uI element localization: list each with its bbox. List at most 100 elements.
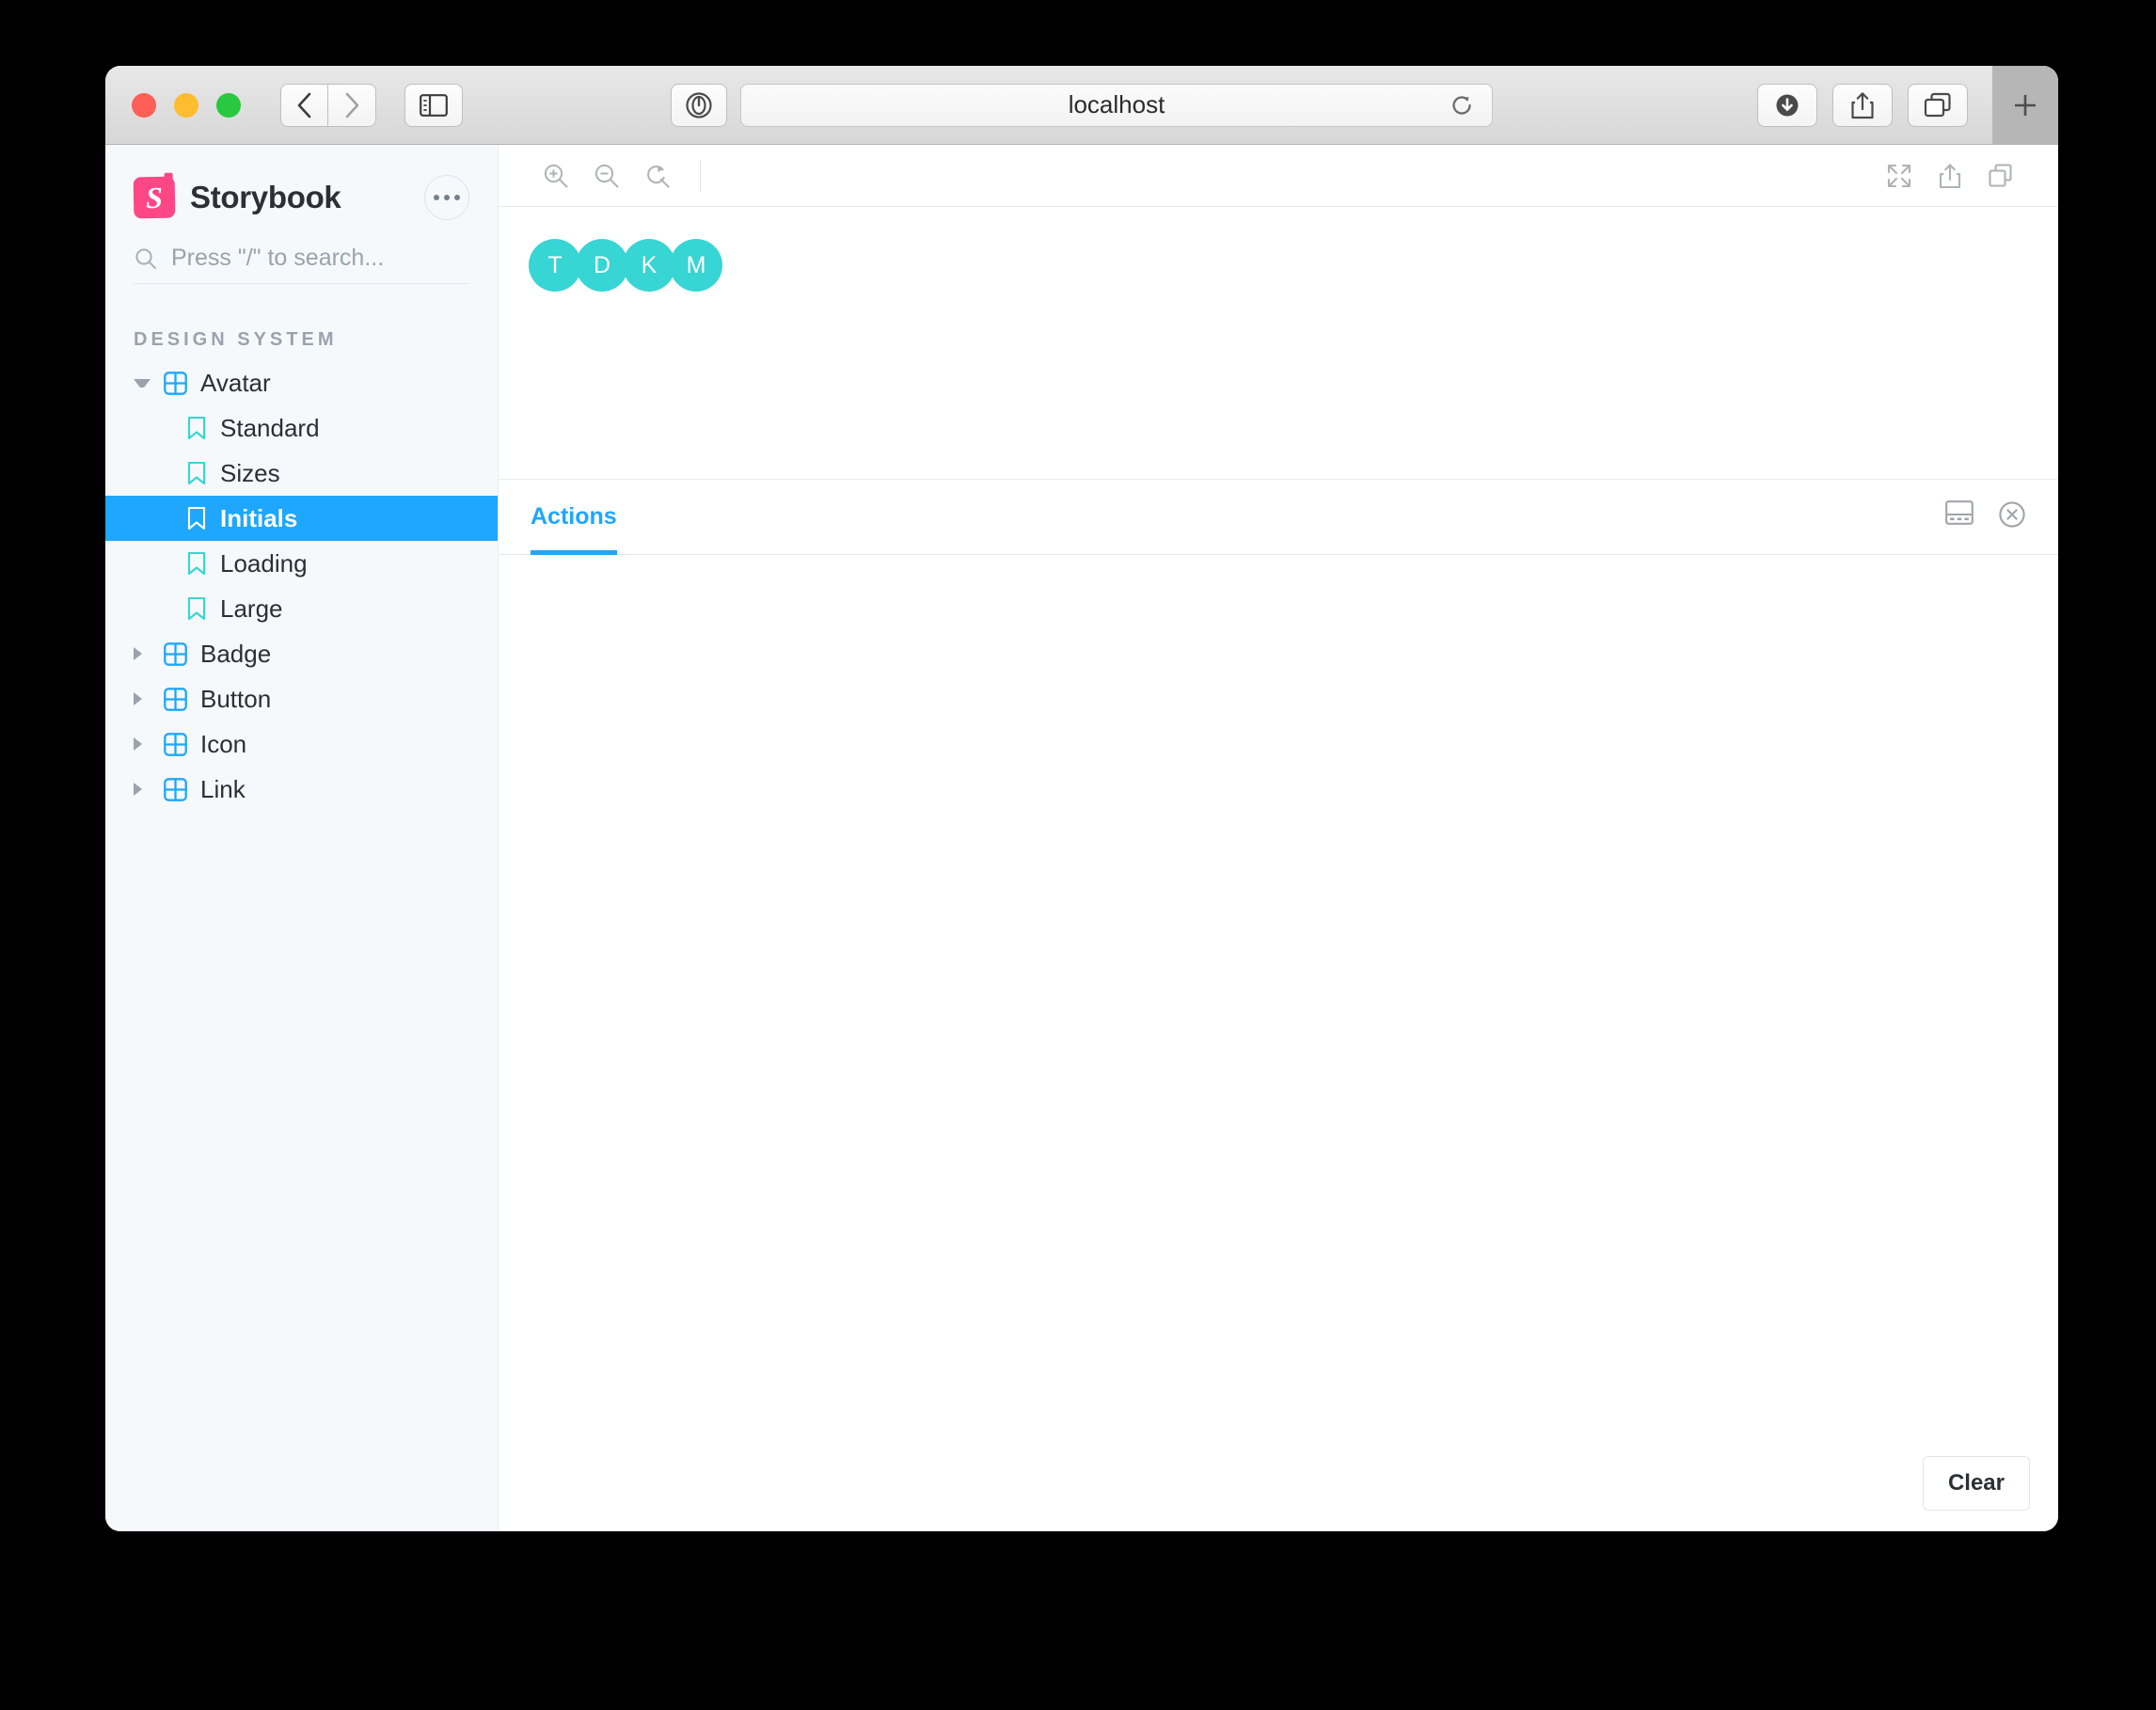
preview-toolbar bbox=[499, 145, 2058, 207]
sidebar-menu-button[interactable] bbox=[424, 175, 469, 220]
close-circle-icon bbox=[1999, 501, 2025, 528]
avatar-initials: K bbox=[641, 251, 658, 278]
tab-label: Actions bbox=[531, 503, 617, 530]
copy-icon bbox=[1989, 163, 2012, 187]
tree-item-label: Sizes bbox=[220, 458, 280, 487]
tab-actions[interactable]: Actions bbox=[531, 480, 617, 555]
avatar: D bbox=[576, 239, 628, 292]
storybook-main: T D K M Actions Clear bbox=[499, 145, 2058, 1531]
caret-down-icon[interactable] bbox=[134, 378, 151, 388]
chevron-left-icon bbox=[297, 92, 310, 118]
search-input[interactable]: Press "/" to search... bbox=[134, 245, 469, 284]
panel-position-button[interactable] bbox=[1945, 500, 1974, 533]
tree-item-label: Loading bbox=[220, 548, 308, 578]
maximize-window-button[interactable] bbox=[216, 92, 241, 118]
tree-item-label: Button bbox=[200, 684, 272, 713]
component-icon bbox=[164, 687, 187, 711]
close-window-button[interactable] bbox=[132, 92, 156, 118]
tree-item-label: Standard bbox=[220, 413, 320, 442]
caret-right-icon[interactable] bbox=[134, 647, 151, 660]
dot-icon bbox=[454, 195, 460, 200]
window-controls bbox=[132, 92, 241, 118]
share-icon bbox=[1939, 163, 1961, 188]
copy-link-button[interactable] bbox=[1975, 150, 2026, 201]
browser-window: localhost S Storybook Press "/" to searc… bbox=[105, 66, 2058, 1531]
fullscreen-icon bbox=[1887, 164, 1911, 187]
search-placeholder: Press "/" to search... bbox=[171, 245, 385, 271]
component-icon bbox=[164, 641, 187, 666]
caret-right-icon[interactable] bbox=[134, 737, 151, 751]
avatar: T bbox=[529, 239, 581, 292]
section-title: DESIGN SYSTEM bbox=[134, 329, 338, 350]
zoom-out-button[interactable] bbox=[581, 150, 632, 201]
fullscreen-button[interactable] bbox=[1874, 150, 1925, 201]
tree-item-avatar[interactable]: Avatar bbox=[105, 360, 498, 405]
back-button[interactable] bbox=[280, 83, 328, 127]
story-bookmark-icon bbox=[186, 416, 207, 440]
tree-item-badge[interactable]: Badge bbox=[105, 631, 498, 676]
reload-button[interactable] bbox=[1449, 92, 1475, 119]
tree-item-label: Badge bbox=[200, 639, 272, 668]
tree-item-large[interactable]: Large bbox=[105, 586, 498, 631]
addons-panel: Actions Clear bbox=[499, 480, 2058, 1531]
tree-item-sizes[interactable]: Sizes bbox=[105, 451, 498, 496]
panel-position-icon bbox=[1945, 500, 1974, 525]
tree-item-link[interactable]: Link bbox=[105, 767, 498, 812]
tab-overview-button[interactable] bbox=[1908, 83, 1968, 127]
avatar-initials: T bbox=[547, 251, 563, 278]
navigation-buttons bbox=[280, 83, 376, 127]
tree-item-initials[interactable]: Initials bbox=[105, 496, 498, 541]
share-icon bbox=[1851, 91, 1874, 119]
avatar: M bbox=[670, 239, 722, 292]
component-icon bbox=[164, 371, 187, 395]
close-panel-button[interactable] bbox=[1998, 500, 2026, 533]
storybook-logo-icon: S bbox=[133, 176, 176, 219]
avatar: K bbox=[623, 239, 675, 292]
search-icon bbox=[135, 247, 157, 269]
story-bookmark-icon bbox=[186, 551, 207, 576]
story-bookmark-icon bbox=[186, 461, 207, 485]
downloads-button[interactable] bbox=[1757, 83, 1817, 127]
forward-button[interactable] bbox=[328, 83, 376, 127]
caret-right-icon[interactable] bbox=[134, 692, 151, 705]
tree-item-standard[interactable]: Standard bbox=[105, 405, 498, 451]
zoom-in-icon bbox=[544, 164, 568, 187]
story-bookmark-icon bbox=[186, 506, 207, 530]
share-button[interactable] bbox=[1832, 83, 1893, 127]
story-bookmark-icon bbox=[186, 596, 207, 621]
new-tab-button[interactable] bbox=[1992, 66, 2058, 145]
zoom-out-icon bbox=[594, 164, 619, 187]
zoom-in-button[interactable] bbox=[531, 150, 581, 201]
url-text: localhost bbox=[1068, 90, 1165, 119]
privacy-report-button[interactable] bbox=[671, 83, 727, 127]
reload-icon bbox=[1452, 95, 1471, 115]
story-canvas: T D K M bbox=[499, 207, 2058, 480]
url-input[interactable]: localhost bbox=[740, 83, 1493, 127]
tree-item-loading[interactable]: Loading bbox=[105, 541, 498, 586]
tree-item-icon[interactable]: Icon bbox=[105, 721, 498, 767]
tree-item-label: Large bbox=[220, 594, 283, 623]
tab-overview-icon bbox=[1924, 92, 1951, 117]
clear-button[interactable]: Clear bbox=[1922, 1456, 2030, 1511]
dot-icon bbox=[434, 195, 439, 200]
minimize-window-button[interactable] bbox=[174, 92, 198, 118]
privacy-shield-icon bbox=[686, 91, 712, 119]
sidebar-toggle-button[interactable] bbox=[404, 83, 463, 127]
tree-item-label: Link bbox=[200, 774, 246, 803]
tree-item-button[interactable]: Button bbox=[105, 676, 498, 721]
avatar-initials: M bbox=[686, 251, 706, 278]
tree-item-label: Initials bbox=[220, 503, 298, 532]
zoom-reset-button[interactable] bbox=[632, 150, 683, 201]
tree-item-label: Avatar bbox=[200, 368, 271, 397]
toolbar-divider bbox=[700, 159, 701, 192]
dot-icon bbox=[444, 195, 450, 200]
download-icon bbox=[1776, 94, 1799, 116]
avatar-initials: D bbox=[593, 251, 611, 278]
panel-tools bbox=[1945, 500, 2026, 533]
sidebar-header: S Storybook bbox=[105, 145, 498, 220]
caret-right-icon[interactable] bbox=[134, 783, 151, 796]
sidebar-icon bbox=[420, 93, 448, 117]
open-in-new-tab-button[interactable] bbox=[1925, 150, 1975, 201]
plus-icon bbox=[2015, 95, 2036, 116]
panel-content: Clear bbox=[499, 555, 2058, 1531]
